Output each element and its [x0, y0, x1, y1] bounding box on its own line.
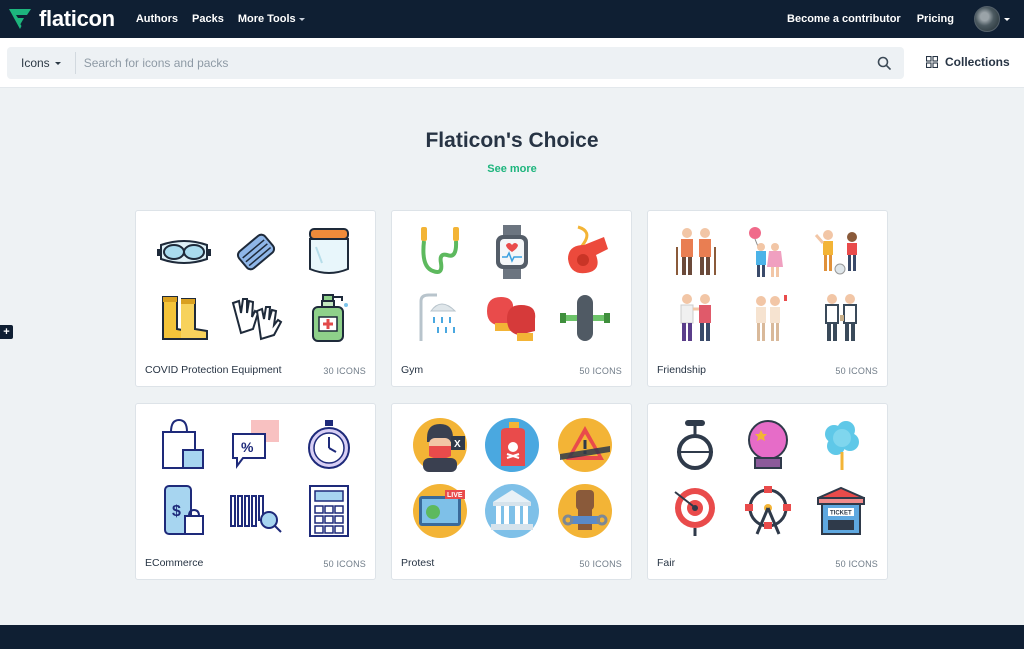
- face-mask-icon: [220, 219, 292, 285]
- boots-icon: [148, 285, 220, 351]
- search-bar-row: Icons Collections: [0, 38, 1024, 88]
- spray-can-icon: [476, 412, 548, 478]
- balloon-friends-icon: [732, 219, 804, 285]
- pack-card-fair[interactable]: TICKET Fair 50 ICONS: [647, 403, 888, 580]
- search-input[interactable]: [75, 47, 868, 79]
- svg-text:LIVE: LIVE: [447, 492, 463, 499]
- barcode-icon: [220, 478, 292, 544]
- pack-card-protest[interactable]: X LIVE Protest 50 ICONS: [391, 403, 632, 580]
- mobile-payment-icon: $: [148, 478, 220, 544]
- protester-icon: X: [404, 412, 476, 478]
- government-building-icon: [476, 478, 548, 544]
- calculator-icon: [293, 478, 365, 544]
- elderly-couple-icon: [660, 219, 732, 285]
- crystal-ball-icon: [732, 412, 804, 478]
- pack-name: Friendship: [657, 364, 707, 376]
- business-friends-icon: [805, 285, 877, 351]
- pack-card-covid[interactable]: COVID Protection Equipment 30 ICONS: [135, 210, 376, 387]
- pricing-link[interactable]: Pricing: [917, 13, 954, 25]
- user-menu[interactable]: [974, 6, 1010, 32]
- footer: [0, 625, 1024, 649]
- toast-friends-icon: [732, 285, 804, 351]
- pack-card-ecommerce[interactable]: % $ ECommerce 50 ICONS: [135, 403, 376, 580]
- search-icon[interactable]: [868, 47, 900, 79]
- pack-icon-count: 50 ICONS: [323, 559, 366, 569]
- chevron-down-icon: [1004, 18, 1010, 21]
- shower-icon: [404, 285, 476, 351]
- see-more-link[interactable]: See more: [0, 163, 1024, 175]
- pack-icon-count: 50 ICONS: [579, 366, 622, 376]
- goggles-icon: [148, 219, 220, 285]
- pack-name: Fair: [657, 557, 676, 569]
- flaticon-logo-icon: [9, 9, 31, 29]
- playing-kids-icon: [805, 219, 877, 285]
- top-navigation-bar: flaticon Authors Packs More Tools Become…: [0, 0, 1024, 38]
- pack-card-gym[interactable]: Gym 50 ICONS: [391, 210, 632, 387]
- svg-text:%: %: [241, 439, 254, 455]
- pack-icon-count: 50 ICONS: [579, 559, 622, 569]
- pack-icon-count: 50 ICONS: [835, 559, 878, 569]
- chevron-down-icon: [298, 18, 305, 21]
- flaticon-logo[interactable]: flaticon: [8, 6, 115, 32]
- whistle-icon: [549, 219, 621, 285]
- pack-name: Gym: [401, 364, 424, 376]
- pack-icon-count: 50 ICONS: [835, 366, 878, 376]
- collections-label: Collections: [945, 55, 1010, 69]
- resource-type-label: Icons: [21, 56, 50, 70]
- search-box: Icons: [7, 47, 904, 79]
- pack-card-friendship[interactable]: Friendship 50 ICONS: [647, 210, 888, 387]
- pack-name: Protest: [401, 557, 435, 569]
- ticket-booth-icon: TICKET: [805, 478, 877, 544]
- side-expand-tab[interactable]: +: [0, 325, 13, 339]
- become-contributor-link[interactable]: Become a contributor: [787, 13, 901, 25]
- jump-rope-icon: [404, 219, 476, 285]
- smartwatch-icon: [476, 219, 548, 285]
- warning-sign-icon: [549, 412, 621, 478]
- collections-button[interactable]: Collections: [926, 55, 1010, 69]
- sanitizer-icon: [293, 285, 365, 351]
- nav-more-tools-label: More Tools: [237, 13, 296, 25]
- chevron-down-icon: [54, 62, 61, 65]
- pack-name: ECommerce: [145, 557, 204, 569]
- hugging-friends-icon: [660, 285, 732, 351]
- gloves-icon: [220, 285, 292, 351]
- resource-type-select[interactable]: Icons: [7, 52, 76, 74]
- svg-text:X: X: [454, 439, 461, 450]
- unicycle-icon: [660, 412, 732, 478]
- ferris-wheel-icon: [732, 478, 804, 544]
- boxing-gloves-icon: [476, 285, 548, 351]
- logo-text: flaticon: [39, 6, 115, 31]
- nav-more-tools[interactable]: More Tools: [238, 13, 305, 25]
- pack-icon-count: 30 ICONS: [323, 366, 366, 376]
- nav-packs[interactable]: Packs: [192, 13, 224, 25]
- svg-text:TICKET: TICKET: [830, 511, 852, 517]
- live-tv-icon: LIVE: [404, 478, 476, 544]
- face-shield-icon: [293, 219, 365, 285]
- pack-name: COVID Protection Equipment: [145, 364, 282, 376]
- broken-chain-fist-icon: [549, 478, 621, 544]
- grid-icon: [926, 56, 938, 68]
- section-title: Flaticon's Choice: [425, 129, 599, 152]
- avatar: [974, 6, 1000, 32]
- nav-authors[interactable]: Authors: [136, 13, 178, 25]
- svg-text:$: $: [172, 503, 181, 520]
- discount-chat-icon: %: [220, 412, 292, 478]
- stopwatch-icon: [293, 412, 365, 478]
- expander-icon: [549, 285, 621, 351]
- target-icon: [660, 478, 732, 544]
- cotton-candy-icon: [805, 412, 877, 478]
- shopping-bag-icon: [148, 412, 220, 478]
